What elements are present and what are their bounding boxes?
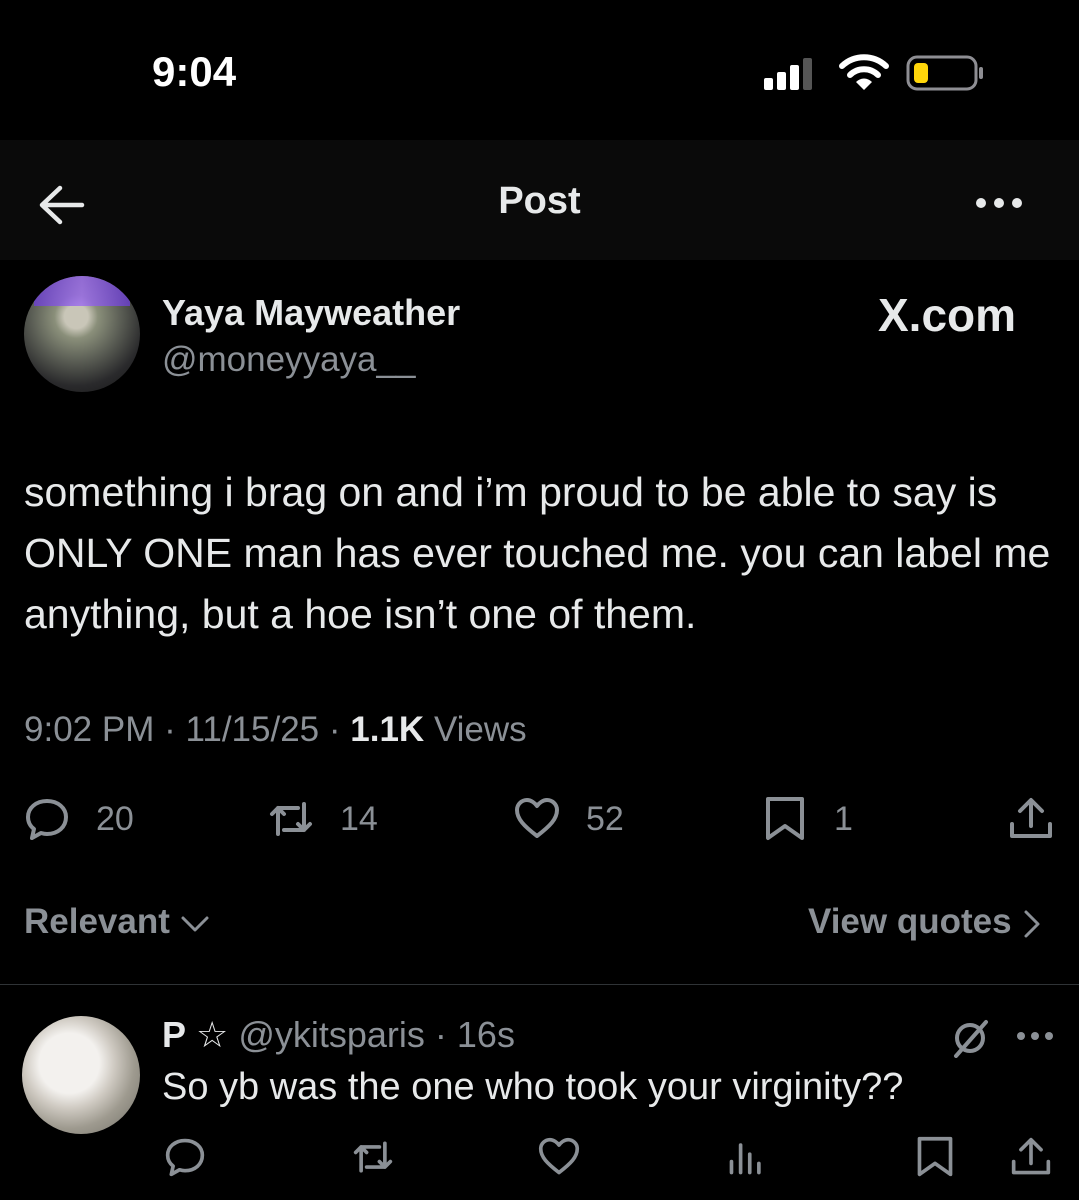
reply-count: 20	[96, 799, 134, 838]
reply-button[interactable]: 20	[24, 796, 134, 842]
reply-text: So yb was the one who took your virginit…	[162, 1066, 904, 1108]
page-title: Post	[498, 180, 581, 222]
reply-author-name[interactable]: P	[162, 1014, 186, 1055]
views-count: 1.1K	[350, 710, 425, 749]
views-chart-icon[interactable]	[726, 1136, 768, 1178]
share-button[interactable]	[1008, 796, 1054, 842]
repost-button[interactable]: 14	[268, 796, 378, 842]
reply-heart-icon[interactable]	[538, 1136, 580, 1178]
reply-reply-icon[interactable]	[164, 1136, 206, 1178]
sort-dropdown[interactable]: Relevant	[24, 902, 210, 942]
reply-avatar[interactable]	[22, 1016, 140, 1134]
more-options-icon[interactable]	[974, 194, 1024, 212]
views-label: Views	[433, 710, 527, 749]
share-icon	[1010, 798, 1052, 838]
x-com-watermark: X.com	[878, 289, 1017, 341]
chevron-right-icon	[1024, 910, 1040, 938]
grok-icon[interactable]	[950, 1018, 990, 1058]
reply-share-icon[interactable]	[1010, 1136, 1052, 1178]
reply-bookmark-icon[interactable]	[914, 1136, 956, 1178]
bookmark-count: 1	[834, 799, 853, 838]
author-avatar[interactable]	[24, 276, 140, 392]
post-time[interactable]: 9:02 PM	[24, 710, 154, 749]
heart-icon	[515, 798, 559, 838]
view-quotes-label: View quotes	[808, 902, 1012, 941]
view-quotes-link[interactable]: View quotes	[808, 902, 1043, 942]
reply-more-icon[interactable]	[1016, 1030, 1054, 1042]
repost-count: 14	[340, 799, 378, 838]
like-button[interactable]: 52	[514, 796, 624, 842]
post-text: something i brag on and i’m proud to be …	[24, 469, 1051, 637]
author-handle[interactable]: @moneyyaya__	[162, 340, 415, 380]
battery-icon	[906, 55, 983, 91]
reply-icon	[26, 799, 68, 840]
reply-age: 16s	[456, 1014, 515, 1055]
repost-icon	[270, 802, 312, 836]
star-icon: ☆	[196, 1014, 229, 1055]
divider	[0, 984, 1079, 985]
like-count: 52	[586, 799, 624, 838]
cellular-signal-icon	[764, 58, 812, 90]
reply-author-handle[interactable]: @ykitsparis	[238, 1014, 425, 1055]
post-date[interactable]: 11/15/25	[185, 710, 319, 749]
sort-label: Relevant	[24, 902, 170, 941]
wifi-icon	[839, 54, 889, 90]
post-meta: 9:02 PM · 11/15/25 · 1.1K Views	[24, 710, 527, 749]
reply-header: P ☆ @ykitsparis · 16s	[162, 1014, 515, 1055]
chevron-down-icon	[181, 916, 209, 932]
bookmark-icon	[766, 797, 804, 840]
reply-repost-icon[interactable]	[352, 1136, 394, 1178]
bookmark-button[interactable]: 1	[762, 796, 853, 842]
author-name[interactable]: Yaya Mayweather	[162, 292, 460, 334]
status-time: 9:04	[152, 48, 237, 95]
